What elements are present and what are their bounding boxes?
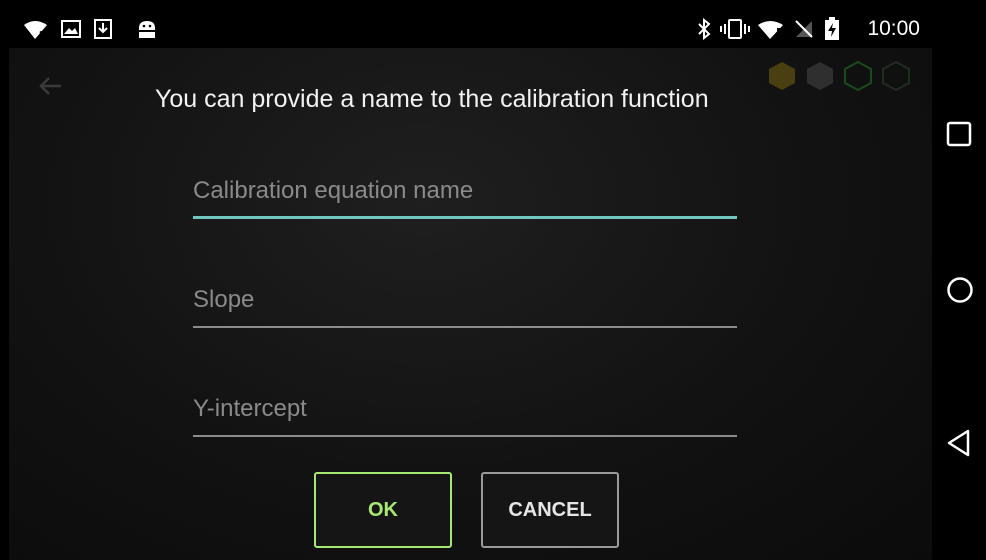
vibrate-icon [720,19,750,39]
input-underline [193,326,737,328]
input-underline [193,435,737,437]
android-debug-icon [139,21,155,38]
ok-button-label: OK [368,498,398,521]
image-icon [61,20,81,38]
slope-field [193,278,737,328]
recents-square-icon[interactable] [945,120,973,148]
bluetooth-icon [698,18,711,40]
home-circle-icon[interactable] [945,275,975,305]
wifi-alert-icon [758,21,783,39]
navigation-bar [932,0,986,560]
status-clock: 10:00 [867,17,920,40]
y-intercept-field [193,387,737,437]
download-icon [94,19,112,39]
svg-text:?: ? [39,29,45,40]
calibration-name-field [193,169,737,219]
hexagon-icon [844,60,872,92]
status-bar: ? 10:00 [9,9,932,48]
input-underline [193,216,737,219]
hexagon-icon [807,62,833,90]
dialog-prompt: You can provide a name to the calibratio… [155,85,709,113]
back-triangle-icon[interactable] [945,428,973,458]
ok-button[interactable]: OK [314,472,452,548]
hexagon-icon [882,60,910,92]
battery-charging-icon [825,17,839,40]
device-screen: ? 10:00 You can provide a name to the ca… [9,9,932,560]
calibration-name-input[interactable] [193,169,737,213]
back-arrow-icon[interactable] [37,75,63,97]
cancel-button[interactable]: CANCEL [481,472,619,548]
y-intercept-input[interactable] [193,387,737,431]
cancel-button-label: CANCEL [508,498,592,521]
slope-input[interactable] [193,278,737,322]
wifi-question-icon: ? [24,21,47,40]
no-sim-icon [795,20,813,38]
